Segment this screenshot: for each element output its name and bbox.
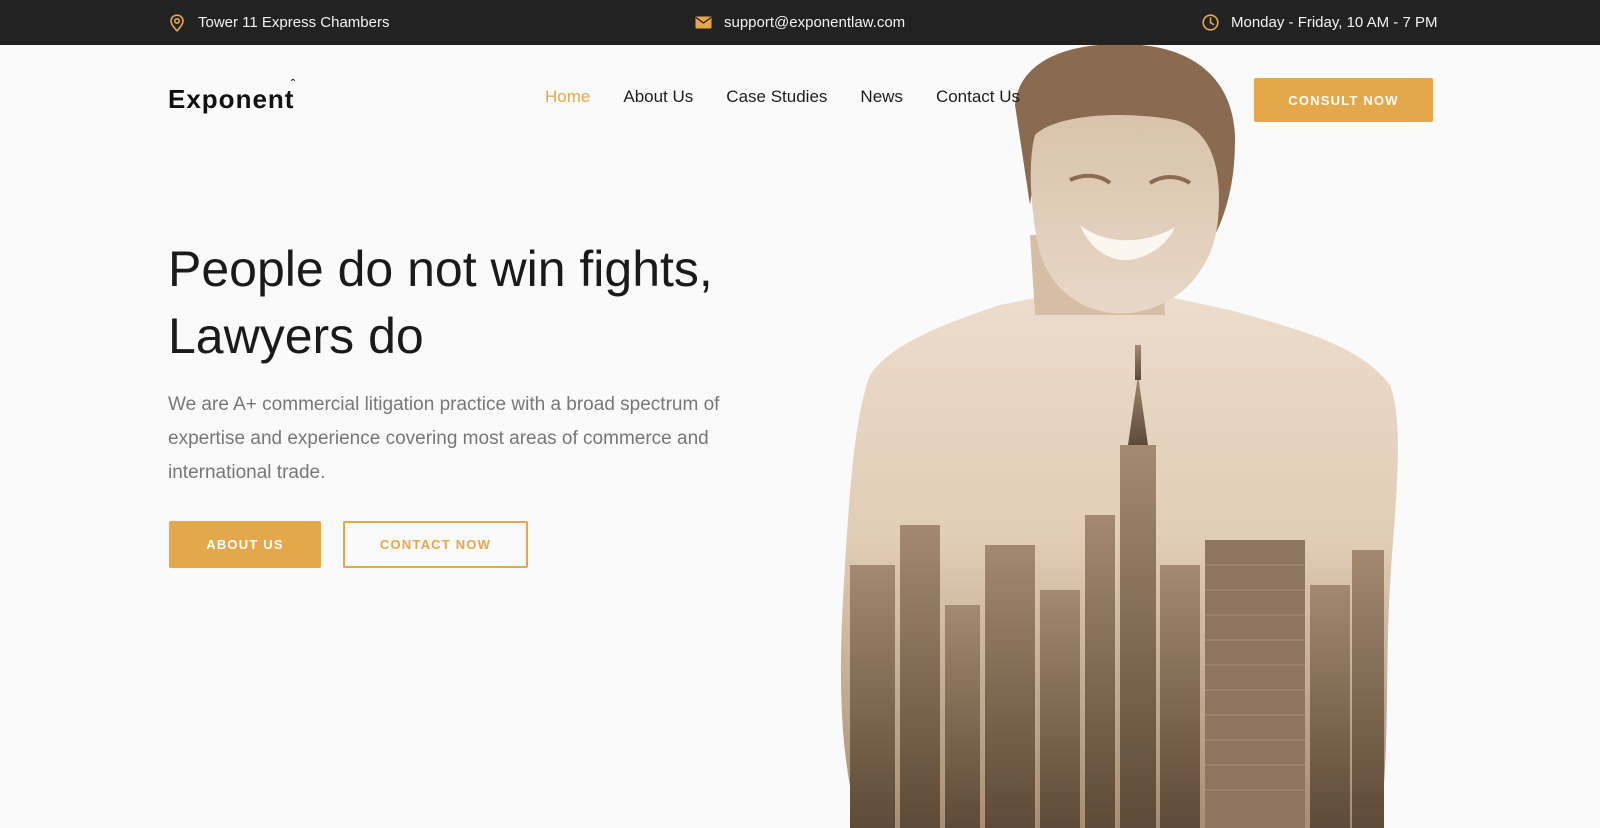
topbar-address: Tower 11 Express Chambers <box>168 0 389 45</box>
nav-contact-us[interactable]: Contact Us <box>936 87 1020 107</box>
hero-subtext: We are A+ commercial litigation practice… <box>168 394 720 483</box>
consult-now-button[interactable]: CONSULT NOW <box>1254 78 1433 122</box>
nav-news[interactable]: News <box>860 87 903 107</box>
logo-caret-icon: ˆ <box>290 76 297 92</box>
hours-text: Monday - Friday, 10 AM - 7 PM <box>1231 14 1438 31</box>
nav-case-studies[interactable]: Case Studies <box>726 87 827 107</box>
headline-line-1: People do not win fights, <box>168 241 713 297</box>
hero-image <box>840 45 1398 828</box>
top-info-bar: Tower 11 Express Chambers support@expone… <box>0 0 1600 45</box>
nav-home[interactable]: Home <box>545 87 590 107</box>
topbar-email[interactable]: support@exponentlaw.com <box>694 0 905 45</box>
about-us-button[interactable]: ABOUT US <box>169 521 321 568</box>
envelope-icon <box>694 14 712 32</box>
hero-headline: People do not win fights, Lawyers do <box>168 236 808 370</box>
topbar-hours: Monday - Friday, 10 AM - 7 PM <box>1201 0 1437 45</box>
map-pin-icon <box>168 13 186 32</box>
main-nav: Home About Us Case Studies News Contact … <box>545 87 1053 107</box>
email-link[interactable]: support@exponentlaw.com <box>724 14 905 31</box>
address-text: Tower 11 Express Chambers <box>198 14 390 31</box>
logo-text: Exponent <box>168 84 295 114</box>
headline-line-2: Lawyers do <box>168 308 424 364</box>
nav-about-us[interactable]: About Us <box>623 87 693 107</box>
site-logo[interactable]: Exponent ˆ <box>168 76 296 115</box>
clock-icon <box>1201 14 1219 32</box>
contact-now-button[interactable]: CONTACT NOW <box>343 521 528 568</box>
page: Tower 11 Express Chambers support@expone… <box>0 0 1600 828</box>
